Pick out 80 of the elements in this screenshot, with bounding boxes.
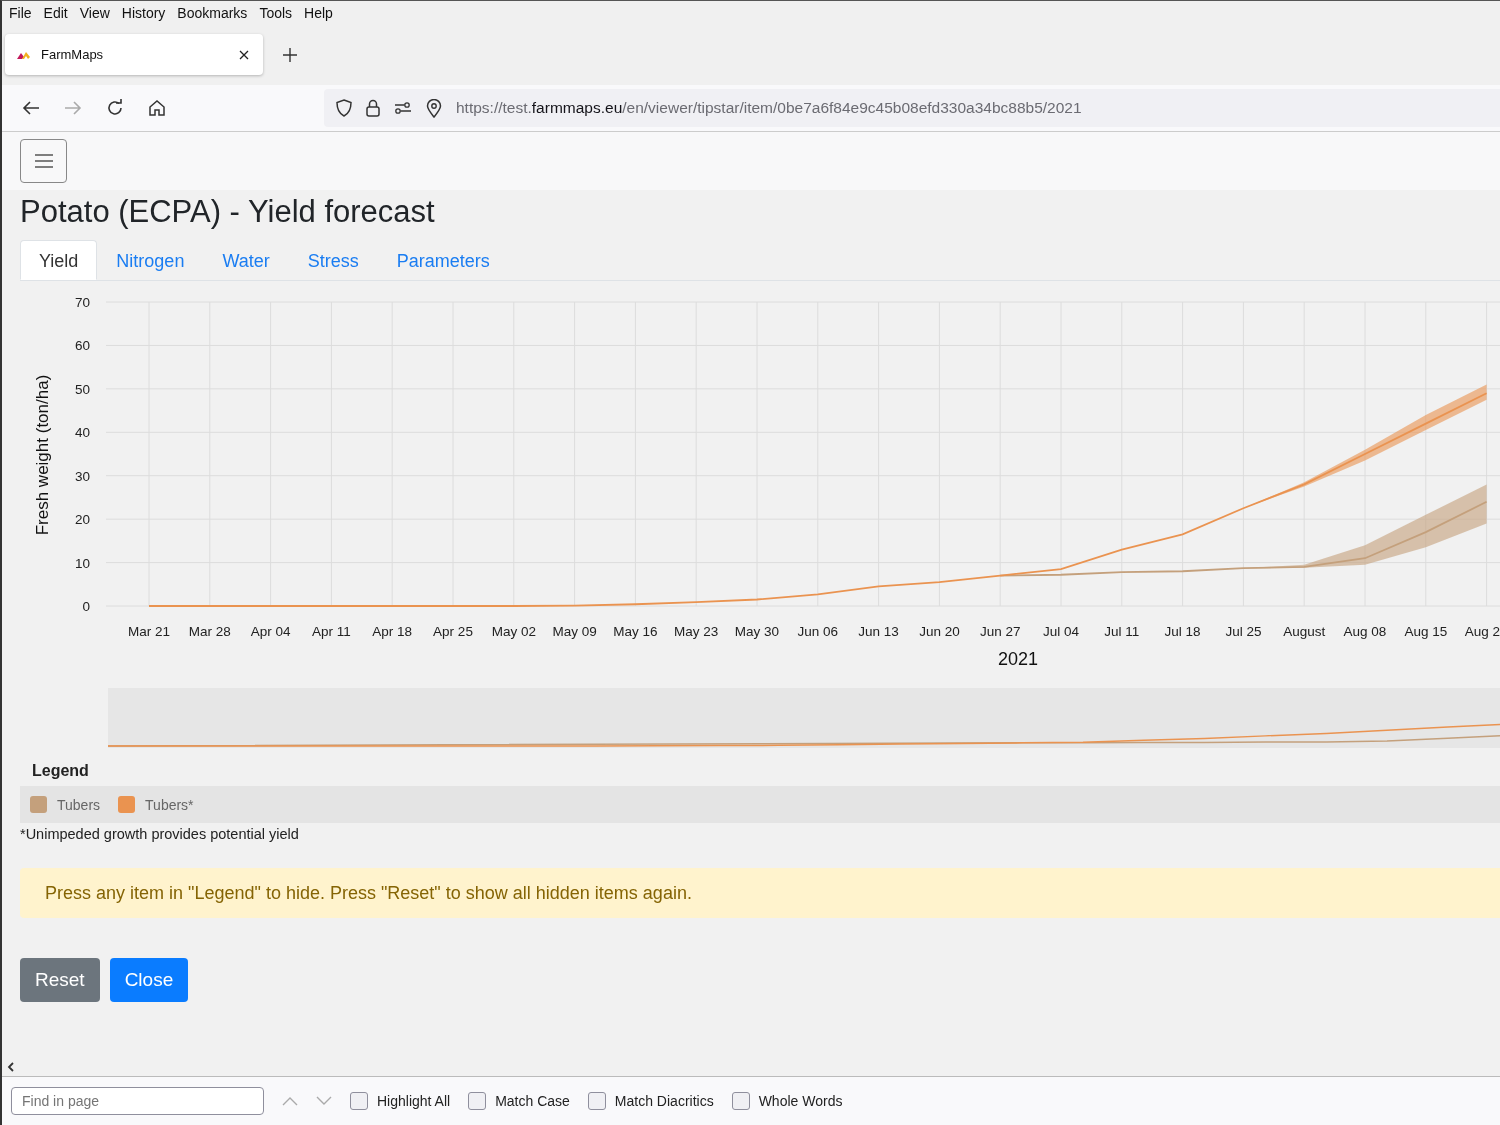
menu-item[interactable]: Help: [304, 4, 333, 21]
tab[interactable]: Parameters: [377, 240, 509, 280]
x-tick-label: Jul 25: [1225, 624, 1262, 639]
menu-button[interactable]: [20, 139, 67, 183]
x-axis-title: 2021: [998, 649, 1038, 669]
tab[interactable]: Water: [203, 240, 289, 280]
find-field[interactable]: Find in page: [11, 1087, 264, 1115]
footnote: *Unimpeded growth provides potential yield: [20, 826, 300, 842]
home-icon[interactable]: [148, 99, 166, 117]
y-tick-label: 20: [74, 512, 90, 528]
menu-item[interactable]: History: [121, 4, 166, 21]
menu-item[interactable]: Edit: [43, 4, 68, 21]
x-tick-label: Jun 06: [797, 624, 839, 639]
x-tick-label: May 23: [674, 624, 719, 639]
y-tick-label: 70: [74, 295, 90, 310]
x-tick-label: May 02: [491, 624, 536, 639]
checkbox-label[interactable]: Match Diacritics: [614, 1093, 714, 1109]
close-icon[interactable]: [239, 49, 249, 60]
x-tick-label: Jun 20: [919, 624, 960, 639]
checkbox-label[interactable]: Whole Words: [758, 1093, 843, 1109]
menu-item[interactable]: File: [9, 4, 32, 21]
x-tick-label: Aug 15: [1404, 624, 1448, 639]
x-tick-label: Mar 21: [128, 624, 170, 639]
y-tick-label: 50: [74, 381, 90, 397]
page-title: Potato (ECPA) - Yield forecast: [20, 194, 436, 230]
y-tick-label: 30: [74, 468, 90, 484]
checkbox-label[interactable]: Match Case: [495, 1093, 570, 1109]
x-tick-label: August: [1283, 624, 1326, 639]
location-pin-icon[interactable]: [426, 98, 442, 118]
legend-title: Legend: [32, 762, 90, 780]
x-tick-label: Apr 25: [433, 624, 473, 639]
x-tick-label: Mar 28: [188, 624, 231, 639]
checkbox[interactable]: [350, 1092, 368, 1110]
url-text: https://test.farmmaps.eu/en/viewer/tipstar/item/0be7a6f84e9c45b08efd330a34bc88b5/2021: [456, 99, 1082, 117]
y-tick-label: 0: [82, 599, 90, 614]
x-tick-label: Jun 13: [858, 624, 899, 639]
x-tick-label: Aug 2: [1464, 624, 1500, 639]
y-axis-title: Fresh weight (ton/ha): [33, 374, 52, 536]
tab[interactable]: Yield: [20, 240, 98, 280]
x-tick-label: May 30: [734, 624, 780, 639]
x-tick-label: May 09: [552, 624, 597, 639]
legend-item[interactable]: Tubers*: [118, 796, 194, 813]
address-bar[interactable]: https://test.farmmaps.eu/en/viewer/tipstar/item/0be7a6f84e9c45b08efd330a34bc88b5/2021: [324, 89, 1500, 127]
permissions-icon[interactable]: [394, 101, 412, 115]
x-tick-label: Jul 04: [1043, 624, 1079, 639]
menu-icon: [34, 154, 53, 168]
plus-icon[interactable]: [283, 47, 297, 62]
shield-icon[interactable]: [336, 99, 352, 117]
x-tick-label: Jul 11: [1104, 624, 1140, 639]
close-button[interactable]: Close: [109, 958, 189, 1002]
back-arrow-icon[interactable]: [22, 100, 40, 116]
scroll-left-icon[interactable]: [7, 1062, 15, 1072]
lock-icon[interactable]: [366, 99, 380, 117]
legend-item[interactable]: Tubers: [30, 796, 101, 813]
x-tick-label: Aug 08: [1343, 624, 1387, 639]
reload-icon[interactable]: [106, 99, 124, 117]
alert-message: Press any item in "Legend" to hide. Press "Reset" to show all hidden items again.: [20, 868, 1500, 918]
y-tick-label: 40: [74, 425, 90, 441]
x-tick-label: Jun 27: [979, 624, 1021, 639]
x-tick-label: Apr 18: [372, 624, 413, 639]
y-tick-label: 60: [74, 338, 90, 354]
x-tick-label: Apr 04: [250, 624, 291, 639]
y-tick-label: 10: [74, 555, 90, 571]
checkbox[interactable]: [468, 1092, 487, 1110]
x-tick-label: Jul 18: [1164, 624, 1201, 639]
checkbox-label[interactable]: Highlight All: [377, 1093, 451, 1109]
browser-tab[interactable]: FarmMaps: [5, 34, 263, 75]
tab[interactable]: Nitrogen: [97, 240, 204, 280]
menu-item[interactable]: Bookmarks: [177, 4, 248, 21]
checkbox[interactable]: [587, 1092, 606, 1110]
tab-title: FarmMaps: [41, 47, 105, 62]
tab[interactable]: Stress: [288, 240, 378, 280]
menu-item[interactable]: Tools: [259, 4, 293, 21]
x-tick-label: Apr 11: [312, 624, 351, 639]
x-tick-label: May 16: [613, 624, 658, 639]
menu-item[interactable]: View: [79, 4, 110, 21]
legend-label: Tubers*: [145, 796, 194, 813]
legend-label: Tubers: [57, 796, 101, 813]
checkbox[interactable]: [731, 1092, 750, 1110]
reset-button[interactable]: Reset: [20, 958, 100, 1002]
